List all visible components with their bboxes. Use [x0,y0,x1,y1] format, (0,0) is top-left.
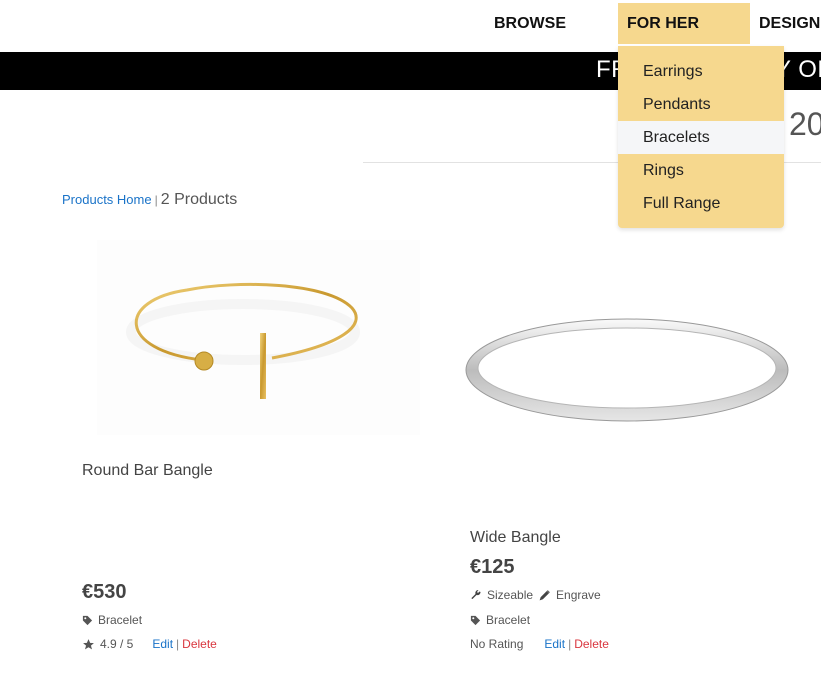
product-category: Bracelet [82,613,142,627]
breadcrumb-products-home[interactable]: Products Home [62,192,152,207]
star-icon [82,638,95,651]
product-count: 2 Products [160,191,238,208]
link-separator: | [568,637,572,651]
tag-icon [82,615,93,626]
breadcrumb: Products Home | 2 Products [62,191,237,209]
dropdown-item-pendants[interactable]: Pendants [618,88,784,121]
product-image-wide-bangle[interactable] [462,310,792,430]
product-image-round-bar-bangle[interactable] [97,240,420,435]
page-heading: 20 [789,106,821,142]
link-separator: | [176,637,180,651]
nav-design[interactable]: DESIGN [759,3,820,44]
breadcrumb-separator: | [154,193,158,207]
dropdown-item-earrings[interactable]: Earrings [618,55,784,88]
pen-icon [538,589,551,602]
product-rating-row: 4.9 / 5 Edit | Delete [82,637,217,651]
product-price: €125 [470,556,515,578]
rating-value: 4.9 / 5 [100,637,134,651]
dropdown-item-full-range[interactable]: Full Range [618,187,784,220]
category-label: Bracelet [98,613,143,627]
edit-link[interactable]: Edit [152,637,173,651]
product-features: Sizeable Engrave [470,588,601,602]
delete-link[interactable]: Delete [182,637,217,651]
product-price: €530 [82,581,127,603]
category-label: Bracelet [486,613,531,627]
edit-link[interactable]: Edit [544,637,565,651]
tag-icon [470,615,481,626]
feature-engrave: Engrave [556,588,601,602]
product-title[interactable]: Wide Bangle [470,529,561,547]
wrench-icon [470,589,482,601]
dropdown-item-bracelets[interactable]: Bracelets [618,121,784,154]
for-her-dropdown: Earrings Pendants Bracelets Rings Full R… [618,46,784,228]
delete-link[interactable]: Delete [574,637,609,651]
dropdown-item-rings[interactable]: Rings [618,154,784,187]
product-rating-row: No Rating Edit | Delete [470,637,609,651]
product-title[interactable]: Round Bar Bangle [82,462,213,480]
nav-browse[interactable]: BROWSE [494,3,566,44]
top-navigation: BROWSE FOR HER DESIGN [0,0,821,52]
rating-value: No Rating [470,637,524,651]
feature-sizeable: Sizeable [487,588,534,602]
product-category: Bracelet [470,613,530,627]
nav-for-her[interactable]: FOR HER [618,3,750,44]
